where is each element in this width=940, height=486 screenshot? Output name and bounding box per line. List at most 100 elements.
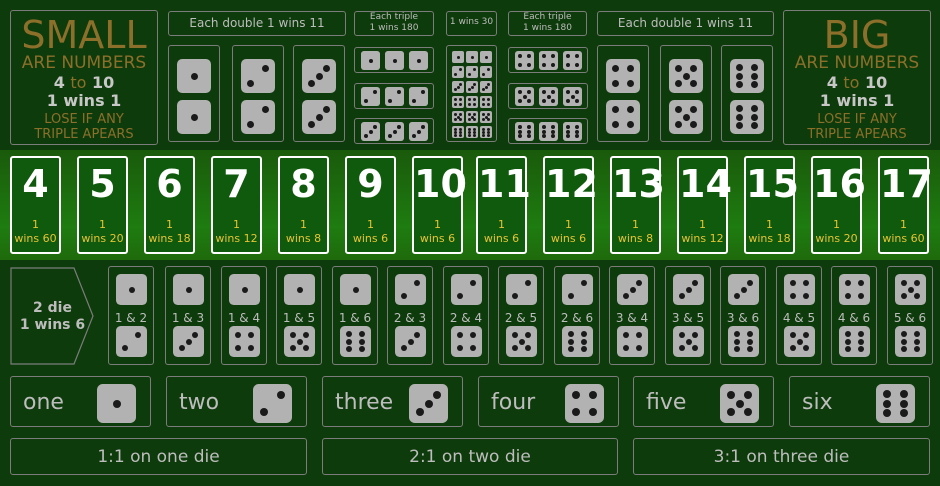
total-number: 12 bbox=[545, 162, 598, 206]
triple-2-bet[interactable] bbox=[354, 83, 434, 109]
double-2-bet[interactable] bbox=[232, 45, 284, 142]
total-payout: wins 12 bbox=[215, 232, 258, 245]
total-payout: wins 60 bbox=[14, 232, 57, 245]
pip bbox=[550, 134, 555, 139]
single-one-bet[interactable]: one bbox=[10, 376, 151, 427]
small-subtitle: ARE NUMBERS bbox=[21, 53, 147, 73]
total-13-bet[interactable]: 13 1 wins 8 bbox=[610, 156, 665, 254]
pip bbox=[481, 118, 485, 122]
combination-4-6-bet[interactable]: 4 & 6 bbox=[831, 266, 877, 365]
total-8-bet[interactable]: 8 1 wins 8 bbox=[278, 156, 329, 254]
big-bet-area[interactable]: BIG ARE NUMBERS 4 to 10 1 wins 1 LOSE IF… bbox=[783, 10, 931, 145]
pip bbox=[744, 390, 753, 399]
small-bet-area[interactable]: SMALL ARE NUMBERS 4 to 10 1 wins 1 LOSE … bbox=[10, 10, 158, 145]
any-triple-bet[interactable] bbox=[446, 45, 497, 142]
bet-one-die[interactable]: 1:1 on one die bbox=[10, 438, 307, 475]
triple-1-bet[interactable] bbox=[354, 47, 434, 73]
die-face-2-icon bbox=[480, 66, 492, 78]
die-face-4-icon bbox=[565, 384, 604, 423]
combination-3-6-bet[interactable]: 3 & 6 bbox=[720, 266, 766, 365]
pip bbox=[750, 72, 758, 80]
pip bbox=[622, 331, 629, 338]
total-payout: wins 8 bbox=[617, 232, 654, 245]
pip bbox=[511, 345, 518, 352]
combination-1-4-bet[interactable]: 1 & 4 bbox=[221, 266, 267, 365]
combination-4-5-bet[interactable]: 4 & 5 bbox=[776, 266, 822, 365]
pip bbox=[459, 133, 463, 137]
triple-4-bet[interactable] bbox=[508, 47, 588, 73]
combination-1-5-bet[interactable]: 1 & 5 bbox=[276, 266, 322, 365]
die-face-1-icon bbox=[466, 51, 478, 63]
double-1-bet[interactable] bbox=[168, 45, 220, 142]
total-11-bet[interactable]: 11 1 wins 6 bbox=[476, 156, 531, 254]
combination-3-5-bet[interactable]: 3 & 5 bbox=[665, 266, 711, 365]
combination-1-3-bet[interactable]: 1 & 3 bbox=[165, 266, 211, 365]
single-six-bet[interactable]: six bbox=[789, 376, 930, 427]
single-five-bet[interactable]: five bbox=[633, 376, 774, 427]
combination-3-4-bet[interactable]: 3 & 4 bbox=[609, 266, 655, 365]
total-5-bet[interactable]: 5 1 wins 20 bbox=[77, 156, 128, 254]
combination-2-6-bet[interactable]: 2 & 6 bbox=[554, 266, 600, 365]
total-16-bet[interactable]: 16 1 wins 20 bbox=[811, 156, 866, 254]
pip bbox=[487, 133, 491, 137]
pip bbox=[678, 345, 685, 352]
single-two-bet[interactable]: two bbox=[166, 376, 307, 427]
double-6-bet[interactable] bbox=[721, 45, 773, 142]
pip bbox=[416, 58, 421, 63]
combination-5-6-bet[interactable]: 5 & 6 bbox=[887, 266, 933, 365]
pip bbox=[289, 331, 296, 338]
pip bbox=[789, 279, 796, 286]
double-3-bet[interactable] bbox=[293, 45, 345, 142]
die-face-4-icon bbox=[539, 51, 558, 70]
total-payout: wins 6 bbox=[352, 232, 389, 245]
double-4-bet[interactable] bbox=[597, 45, 649, 142]
total-14-bet[interactable]: 14 1 wins 12 bbox=[677, 156, 732, 254]
combination-2-4-bet[interactable]: 2 & 4 bbox=[443, 266, 489, 365]
pip bbox=[453, 97, 457, 101]
pip bbox=[456, 85, 460, 89]
pip bbox=[542, 54, 547, 59]
double-5-bet[interactable] bbox=[660, 45, 712, 142]
die-face-5-icon bbox=[669, 100, 703, 134]
die-face-6-icon bbox=[839, 326, 870, 357]
total-9-bet[interactable]: 9 1 wins 6 bbox=[345, 156, 396, 254]
pip bbox=[678, 331, 685, 338]
single-label: four bbox=[491, 390, 536, 415]
total-number: 8 bbox=[290, 162, 317, 206]
bet-two-die[interactable]: 2:1 on two die bbox=[322, 438, 618, 475]
die-face-3-icon bbox=[617, 274, 648, 305]
pip bbox=[566, 90, 571, 95]
total-4-bet[interactable]: 4 1 wins 60 bbox=[10, 156, 61, 254]
combination-1-6-bet[interactable]: 1 & 6 bbox=[332, 266, 378, 365]
pip bbox=[542, 62, 547, 67]
pip bbox=[589, 390, 598, 399]
pip bbox=[803, 293, 810, 300]
pip bbox=[581, 346, 588, 353]
pip bbox=[581, 330, 588, 337]
triple-3-bet[interactable] bbox=[354, 118, 434, 144]
single-three-bet[interactable]: three bbox=[322, 376, 463, 427]
combination-2-5-bet[interactable]: 2 & 5 bbox=[498, 266, 544, 365]
pip bbox=[481, 97, 485, 101]
bet-three-die[interactable]: 3:1 on three die bbox=[633, 438, 930, 475]
total-17-bet[interactable]: 17 1 wins 60 bbox=[878, 156, 933, 254]
total-6-bet[interactable]: 6 1 wins 18 bbox=[144, 156, 195, 254]
die-face-5-icon bbox=[784, 326, 815, 357]
die-face-2-icon bbox=[385, 87, 404, 106]
total-12-bet[interactable]: 12 1 wins 6 bbox=[543, 156, 598, 254]
pip bbox=[900, 409, 909, 418]
total-10-bet[interactable]: 10 1 wins 6 bbox=[412, 156, 467, 254]
pip bbox=[546, 94, 551, 99]
combination-1-2-bet[interactable]: 1 & 2 bbox=[108, 266, 154, 365]
triple-5-bet[interactable] bbox=[508, 83, 588, 109]
combination-2-3-bet[interactable]: 2 & 3 bbox=[387, 266, 433, 365]
pip bbox=[473, 67, 477, 71]
pip bbox=[747, 346, 754, 353]
triple-6-bet[interactable] bbox=[508, 118, 588, 144]
pip bbox=[185, 286, 192, 293]
total-15-bet[interactable]: 15 1 wins 18 bbox=[744, 156, 799, 254]
pip bbox=[526, 124, 531, 129]
total-7-bet[interactable]: 7 1 wins 12 bbox=[211, 156, 262, 254]
die-face-4-icon bbox=[784, 274, 815, 305]
single-four-bet[interactable]: four bbox=[478, 376, 619, 427]
